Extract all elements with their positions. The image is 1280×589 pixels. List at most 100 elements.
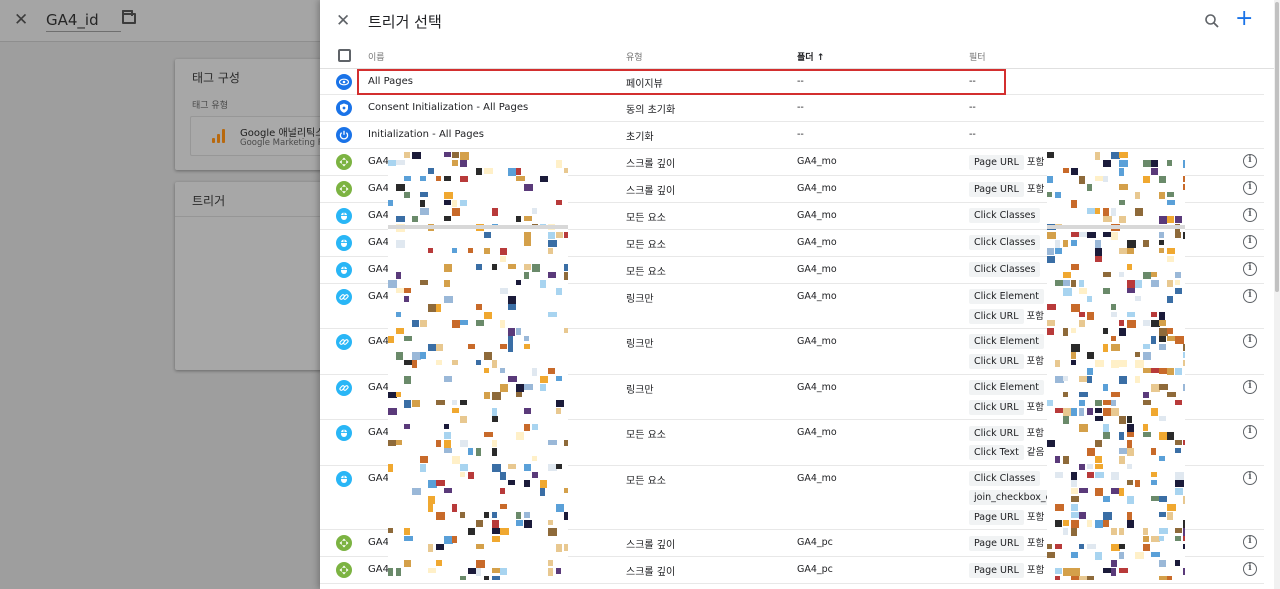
redaction-pixel [1175,472,1184,480]
redaction-pixel [396,216,405,222]
redaction-pixel [564,232,568,238]
folder-icon[interactable] [122,10,136,24]
redaction-pixel [452,400,457,405]
info-icon[interactable]: i [1243,262,1257,276]
redaction-pixel [1127,432,1134,437]
redaction-pixel [1119,160,1128,167]
redaction-pixel [1063,520,1069,526]
redaction-pixel [1151,448,1156,455]
redaction-pixel [1047,152,1054,158]
trigger-name: Initialization - All Pages [368,129,484,140]
trigger-filter: Click Classes [969,262,1041,281]
trigger-folder: GA4_mo [797,382,837,393]
info-icon[interactable]: i [1243,289,1257,303]
redaction-pixel [1143,544,1150,551]
redaction-pixel [548,568,553,576]
filter-variable: Click Element [969,334,1044,349]
filter-variable: Page URL [969,155,1024,170]
filter-line: Click Classes [969,471,1058,490]
redaction-pixel [1151,336,1156,344]
trigger-name: GA4 [368,210,389,221]
trigger-folder: GA4_mo [797,336,837,347]
redaction-pixel [492,464,501,472]
redaction-pixel [1175,336,1184,344]
column-type[interactable]: 유형 [626,50,643,63]
redaction-pixel [1167,256,1174,262]
column-name[interactable]: 이름 [368,50,385,63]
redaction-pixel [404,152,410,158]
redaction-pixel [508,376,517,382]
redaction-pixel [1103,384,1108,391]
info-icon[interactable]: i [1243,334,1257,348]
redaction-pixel [1071,264,1079,270]
redaction-pixel [1183,536,1185,541]
redaction-pixel [1119,360,1127,367]
redaction-pixel [524,216,532,221]
redaction-pixel [1159,560,1166,567]
redaction-pixel [1071,168,1078,175]
tag-title[interactable]: GA4_id [46,11,121,32]
redaction-pixel [1103,208,1109,216]
trigger-name: GA4 [368,156,389,167]
column-filter[interactable]: 필터 [969,50,986,63]
filter-line: Page URL 포함 [969,509,1058,528]
info-icon[interactable]: i [1243,380,1257,394]
click-trigger-icon [336,425,352,441]
scrollbar[interactable] [1274,0,1280,589]
info-icon[interactable]: i [1243,235,1257,249]
info-icon[interactable]: i [1243,208,1257,222]
info-icon[interactable]: i [1243,154,1257,168]
column-folder[interactable]: 폴더 ↑ [797,50,824,63]
search-icon[interactable] [1204,13,1220,29]
trigger-row[interactable]: Initialization - All Pages 초기화 -- -- [320,122,1264,149]
redaction-pixel [1159,384,1168,390]
redaction-pixel [1159,320,1166,326]
link-icon-glyph [339,339,349,345]
redaction-pixel [1151,480,1157,485]
scrollbar-thumb[interactable] [1275,2,1279,292]
redaction-pixel [428,168,434,174]
redaction-pixel [460,576,466,580]
redaction-pixel [1103,408,1111,416]
click-icon-glyph [341,429,347,437]
redaction-pixel [508,480,515,485]
redaction-pixel [476,320,484,326]
redaction-pixel [548,312,557,317]
info-icon[interactable]: i [1243,471,1257,485]
trigger-filter: -- [969,129,976,148]
close-icon[interactable]: ✕ [336,11,350,31]
redaction-pixel [1135,360,1144,368]
redaction-pixel [388,528,393,533]
redaction-pixel [388,440,396,446]
info-icon[interactable]: i [1243,181,1257,195]
trigger-name: GA4 [368,473,389,484]
redaction-pixel [444,432,451,439]
filter-line: join_checkbox_cl [969,490,1059,509]
redaction-pixel [396,440,402,445]
redaction-pixel [1087,520,1092,527]
redaction-pixel [1159,456,1165,461]
info-icon[interactable]: i [1243,535,1257,549]
redaction-pixel [1167,160,1172,166]
close-icon[interactable]: ✕ [14,10,28,30]
redaction-pixel [532,424,538,430]
redaction-pixel [476,264,482,270]
filter-variable: Click URL [969,426,1024,441]
trigger-row[interactable]: All Pages 페이지뷰 -- -- [320,69,1264,95]
add-icon[interactable]: + [1235,8,1253,30]
redaction-pixel [1079,464,1085,470]
trigger-name: GA4 [368,183,389,194]
info-icon[interactable]: i [1243,425,1257,439]
redaction-pixel [460,400,467,405]
redaction-pixel [1127,416,1132,423]
trigger-name: GA4 [368,336,389,347]
info-icon[interactable]: i [1243,562,1257,576]
filter-variable: Click URL [969,309,1024,324]
redaction-pixel [556,376,562,381]
select-all-checkbox[interactable] [338,49,351,62]
trigger-name: GA4 [368,564,389,575]
redaction-pixel [452,248,457,253]
redaction-pixel [412,216,418,222]
redaction-pixel [1055,240,1060,248]
trigger-row[interactable]: Consent Initialization - All Pages 동의 초기화… [320,95,1264,122]
